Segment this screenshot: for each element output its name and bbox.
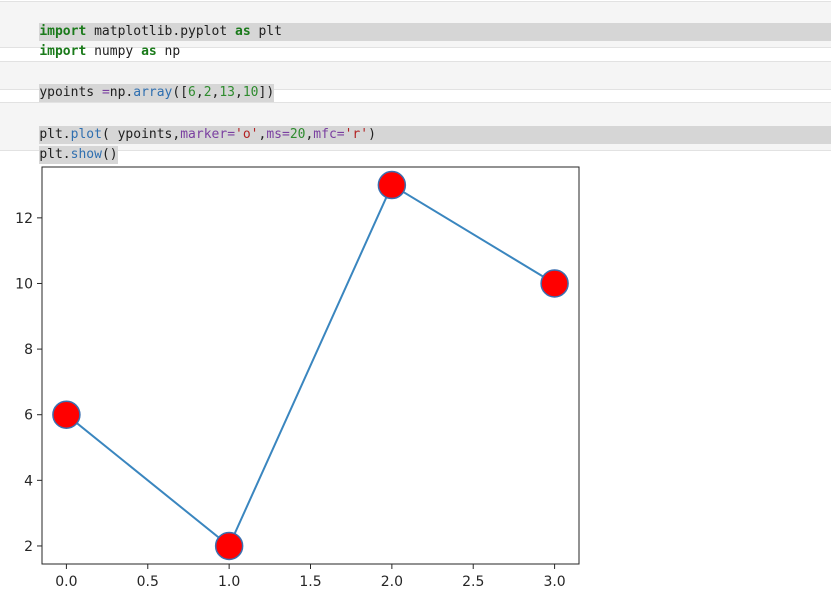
code-line-plot-call[interactable]: plt.plot( ypoints,marker='o',ms=20,mfc='… bbox=[8, 108, 831, 144]
code-cell-imports[interactable]: import matplotlib.pyplot as plt import n… bbox=[0, 1, 831, 59]
x-tick-label: 2.0 bbox=[381, 574, 403, 590]
code-token: = bbox=[227, 127, 236, 142]
code-token: = bbox=[101, 85, 110, 100]
code-token: = bbox=[281, 127, 290, 142]
code-token: 'r' bbox=[344, 127, 369, 142]
x-tick-label: 2.5 bbox=[462, 574, 484, 590]
y-tick-label: 8 bbox=[24, 342, 33, 358]
series-ypoints bbox=[52, 170, 569, 561]
code-line-show-call[interactable]: plt.show() bbox=[8, 128, 118, 164]
code-token: , bbox=[195, 85, 204, 100]
code-token: numpy bbox=[86, 44, 142, 59]
y-tick-label: 2 bbox=[24, 539, 33, 555]
code-token: 20 bbox=[289, 127, 306, 142]
code-token: mfc bbox=[313, 127, 337, 142]
y-tick-label: 12 bbox=[15, 211, 33, 227]
data-point-marker bbox=[540, 269, 569, 298]
code-token: array bbox=[133, 85, 173, 100]
x-tick-label: 0.0 bbox=[55, 574, 77, 590]
y-tick-label: 10 bbox=[15, 276, 33, 292]
code-line-highlight: ypoints =np.array([6,2,13,10]) bbox=[39, 84, 275, 102]
code-token: np bbox=[156, 44, 181, 59]
code-line-import-numpy[interactable]: import numpy as np bbox=[8, 25, 180, 59]
code-token: 13 bbox=[219, 85, 236, 100]
code-token: 10 bbox=[242, 85, 259, 100]
code-token: ms bbox=[266, 127, 282, 142]
series-line bbox=[65, 183, 556, 548]
data-point-marker bbox=[52, 400, 81, 429]
code-token: = bbox=[336, 127, 345, 142]
y-axis: 2 4 6 8 10 12 bbox=[15, 211, 42, 555]
code-token: np. bbox=[109, 85, 134, 100]
code-token: ypoints bbox=[39, 85, 102, 100]
x-tick-label: 3.0 bbox=[543, 574, 565, 590]
data-point-marker bbox=[377, 170, 407, 200]
code-token: 'o' bbox=[235, 127, 259, 142]
code-token: 6 bbox=[188, 85, 196, 100]
code-line-ypoints[interactable]: ypoints =np.array([6,2,13,10]) bbox=[8, 66, 275, 102]
code-cell-plot[interactable]: plt.plot( ypoints,marker='o',ms=20,mfc='… bbox=[0, 102, 831, 164]
x-tick-label: 0.5 bbox=[137, 574, 159, 590]
y-tick-label: 4 bbox=[24, 473, 33, 489]
plot-output: 2 4 6 8 10 12 0.0 0.5 1.0 1.5 2.0 2.5 3.0 bbox=[0, 150, 600, 611]
code-token: import bbox=[39, 44, 87, 59]
code-token: as bbox=[235, 24, 251, 39]
code-token: ]) bbox=[258, 85, 275, 100]
code-token: ) bbox=[368, 127, 376, 142]
x-axis: 0.0 0.5 1.0 1.5 2.0 2.5 3.0 bbox=[55, 564, 566, 590]
code-line-highlight: plt.plot( ypoints,marker='o',ms=20,mfc='… bbox=[39, 126, 831, 144]
code-token: 2 bbox=[203, 85, 212, 100]
code-token: marker bbox=[180, 127, 228, 142]
x-tick-label: 1.0 bbox=[218, 574, 240, 590]
line-chart: 2 4 6 8 10 12 0.0 0.5 1.0 1.5 2.0 2.5 3.0 bbox=[15, 166, 580, 590]
code-line-import-matplotlib[interactable]: import matplotlib.pyplot as plt bbox=[8, 5, 831, 41]
code-cell-ypoints[interactable]: ypoints =np.array([6,2,13,10]) bbox=[0, 61, 831, 102]
code-token: , bbox=[235, 85, 243, 100]
x-tick-label: 1.5 bbox=[299, 574, 321, 590]
data-point-marker bbox=[214, 531, 244, 561]
code-token: as bbox=[141, 44, 157, 59]
code-token: ([ bbox=[172, 85, 189, 100]
code-token: plt bbox=[250, 24, 282, 39]
y-tick-label: 6 bbox=[24, 408, 33, 424]
